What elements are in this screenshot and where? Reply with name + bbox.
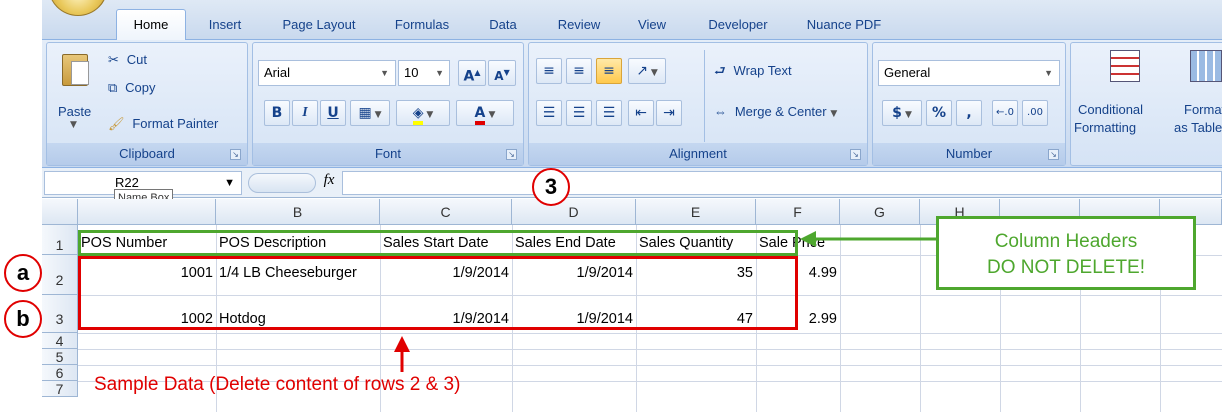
red-arrow-icon: [394, 336, 410, 352]
green-arrow-icon: [800, 231, 816, 247]
sample-data-note: Sample Data (Delete content of rows 2 & …: [94, 374, 461, 395]
annotation-arrows: [394, 231, 936, 372]
